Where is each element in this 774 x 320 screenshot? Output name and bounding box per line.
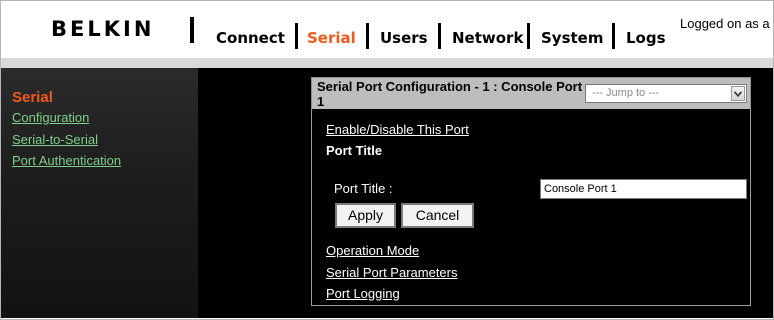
port-title-label: Port Title : [334, 181, 393, 196]
nav-separator [527, 23, 530, 49]
nav-separator [295, 23, 298, 49]
port-logging-link[interactable]: Port Logging [326, 286, 400, 301]
header-divider [1, 58, 773, 68]
sidebar-title: Serial [12, 89, 53, 106]
nav-separator [438, 23, 441, 49]
apply-button[interactable]: Apply [335, 203, 396, 228]
panel-title: Serial Port Configuration - 1 : Console … [317, 79, 583, 109]
chevron-down-icon [734, 91, 742, 97]
enable-disable-port-link[interactable]: Enable/Disable This Port [326, 122, 469, 137]
dropdown-button[interactable] [731, 86, 745, 101]
nav-serial[interactable]: Serial [307, 29, 356, 47]
sidebar-item-serial-to-serial[interactable]: Serial-to-Serial [12, 132, 98, 147]
section-title-port-title: Port Title [326, 143, 383, 158]
operation-mode-link[interactable]: Operation Mode [326, 243, 419, 258]
nav-separator [612, 23, 615, 49]
nav-network[interactable]: Network [452, 29, 523, 47]
nav-logs[interactable]: Logs [626, 29, 666, 47]
belkin-logo: BELKIN [51, 17, 155, 41]
nav-users[interactable]: Users [380, 29, 428, 47]
sidebar: Serial Configuration Serial-to-Serial Po… [1, 68, 198, 318]
nav-system[interactable]: System [541, 29, 603, 47]
header: BELKIN Connect Serial Users Network Syst… [1, 1, 773, 57]
config-panel: Serial Port Configuration - 1 : Console … [311, 77, 751, 306]
serial-port-parameters-link[interactable]: Serial Port Parameters [326, 265, 458, 280]
sidebar-item-port-authentication[interactable]: Port Authentication [12, 153, 121, 168]
port-title-input[interactable] [540, 179, 747, 199]
panel-body: Enable/Disable This Port Port Title Port… [311, 109, 751, 306]
logged-on-status: Logged on as a [680, 16, 770, 31]
panel-header: Serial Port Configuration - 1 : Console … [311, 77, 751, 110]
nav-connect[interactable]: Connect [216, 29, 285, 47]
jump-to-value: --- Jump to --- [592, 87, 660, 99]
jump-to-select[interactable]: --- Jump to --- [585, 84, 747, 103]
sidebar-item-configuration[interactable]: Configuration [12, 110, 89, 125]
logo-divider [190, 17, 194, 43]
cancel-button[interactable]: Cancel [401, 203, 474, 228]
main-content: Serial Port Configuration - 1 : Console … [198, 68, 773, 318]
nav-separator [366, 23, 369, 49]
